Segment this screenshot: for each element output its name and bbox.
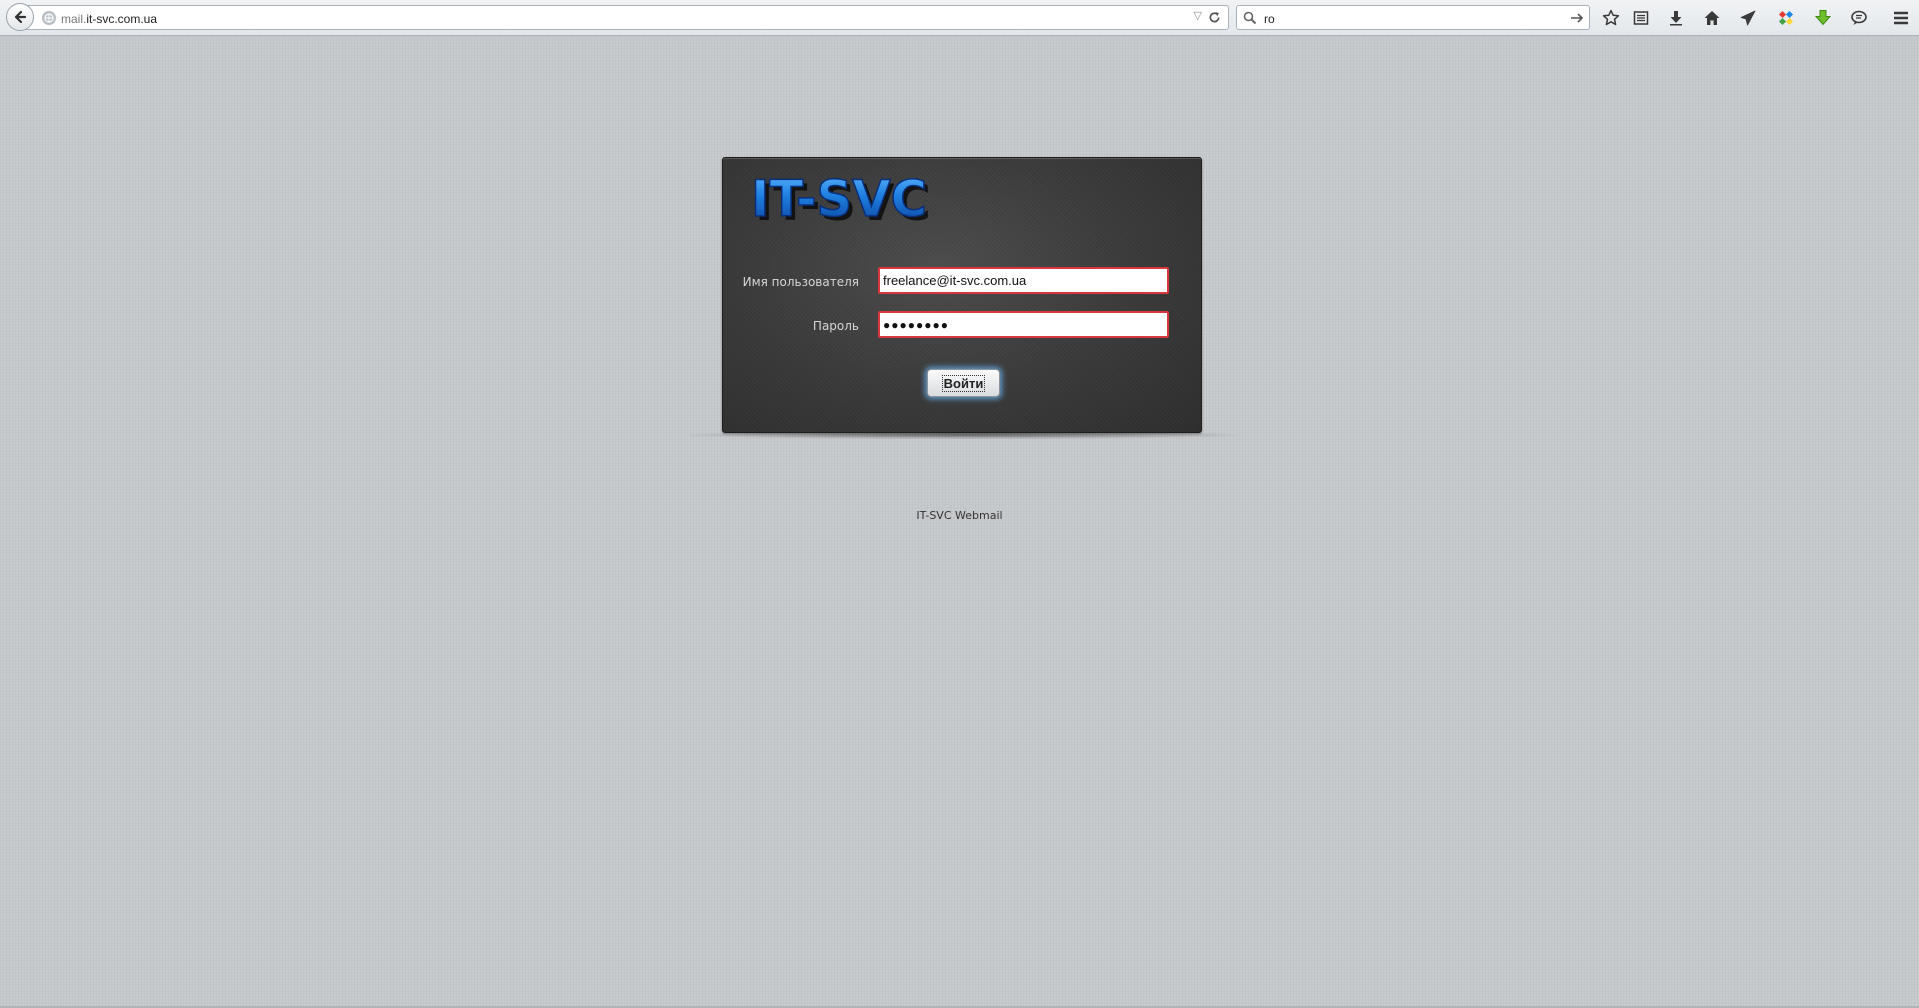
reload-icon[interactable] xyxy=(1206,9,1222,25)
svg-text:IT-SVC: IT-SVC xyxy=(751,170,927,228)
url-history-dropdown-icon[interactable]: ▽ xyxy=(1194,9,1202,22)
username-input[interactable]: freelance@it-svc.com.ua xyxy=(878,267,1169,294)
chat-icon[interactable] xyxy=(1848,7,1870,29)
search-go-icon[interactable] xyxy=(1569,10,1585,26)
search-icon xyxy=(1243,11,1257,25)
url-bar[interactable]: mail.it-svc.com.ua ▽ xyxy=(22,5,1229,30)
arrow-right-icon xyxy=(1571,13,1584,23)
login-button-label: Войти xyxy=(941,374,986,392)
globe-icon xyxy=(44,13,54,23)
home-icon[interactable] xyxy=(1701,7,1723,29)
login-button[interactable]: Войти xyxy=(927,369,1000,397)
back-arrow-icon xyxy=(14,10,27,24)
menu-icon[interactable] xyxy=(1890,7,1912,29)
search-input[interactable]: ro xyxy=(1264,12,1275,26)
downloads-icon[interactable] xyxy=(1665,7,1687,29)
search-bar[interactable]: ro xyxy=(1236,5,1590,30)
browser-toolbar: mail.it-svc.com.ua ▽ ro xyxy=(0,0,1919,36)
addon-icon[interactable] xyxy=(1775,7,1797,29)
username-label: Имя пользователя xyxy=(742,275,859,289)
reload-glyph-icon xyxy=(1209,11,1220,22)
password-label: Пароль xyxy=(812,319,859,333)
green-download-icon[interactable] xyxy=(1812,7,1834,29)
password-input[interactable]: ●●●●●●●● xyxy=(878,311,1169,338)
footer-text: IT-SVC Webmail xyxy=(916,509,1003,522)
back-button[interactable] xyxy=(6,3,34,31)
url-domain: it-svc.com.ua xyxy=(86,12,158,26)
url-subdomain: mail. xyxy=(61,12,87,26)
login-box: IT-SVC IT-SVC Имя пользователя freelance… xyxy=(722,157,1202,433)
send-icon[interactable] xyxy=(1737,7,1759,29)
it-svc-logo: IT-SVC IT-SVC xyxy=(750,170,931,228)
site-identity-icon[interactable] xyxy=(42,11,56,25)
reading-list-icon[interactable] xyxy=(1630,7,1652,29)
bookmark-star-icon[interactable] xyxy=(1600,7,1622,29)
url-text[interactable]: mail.it-svc.com.ua xyxy=(61,12,157,26)
